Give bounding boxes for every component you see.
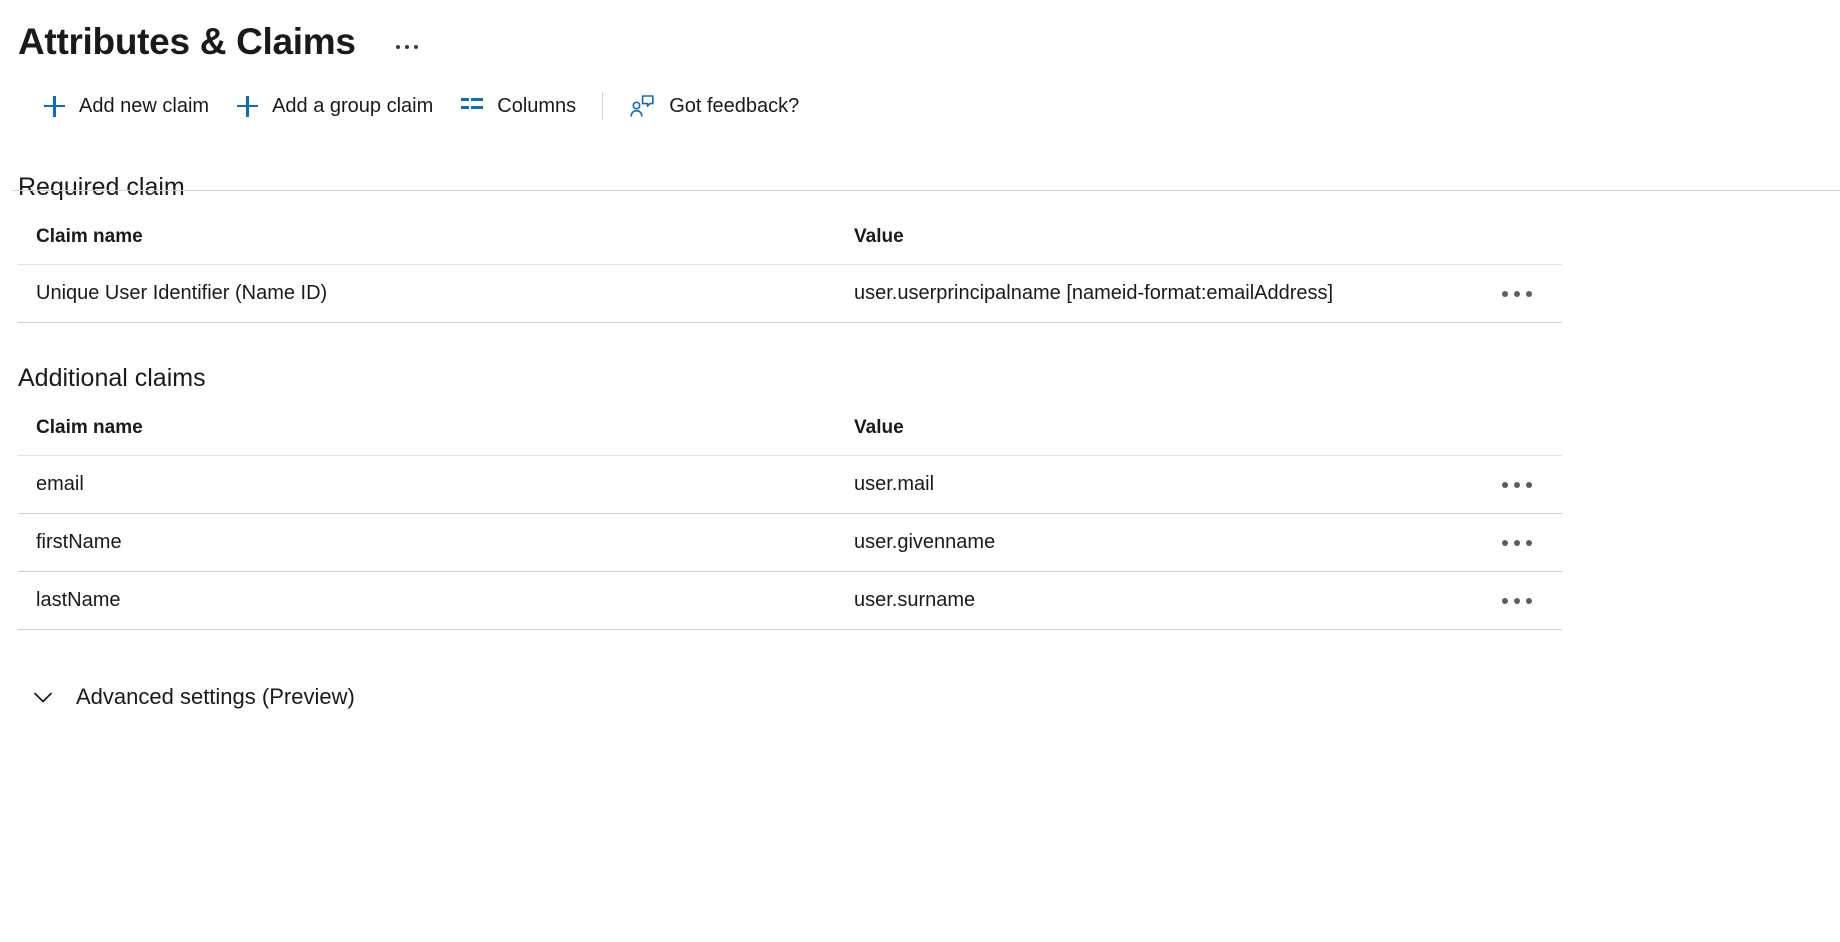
attributes-claims-page: Attributes & Claims Add new claim Add a … <box>0 0 1840 942</box>
table-header-row: Claim name Value <box>18 220 1562 265</box>
row-more-menu-button[interactable] <box>1496 530 1538 556</box>
ellipsis-icon-dot <box>1502 540 1508 546</box>
plus-icon <box>237 95 259 117</box>
row-actions-cell <box>1496 264 1562 323</box>
got-feedback-label: Got feedback? <box>669 95 800 117</box>
row-more-menu-button[interactable] <box>1496 472 1538 498</box>
plus-icon <box>44 95 65 117</box>
claim-value-cell: user.givenname <box>836 513 1496 572</box>
row-more-menu-button[interactable] <box>1496 588 1538 614</box>
required-claims-table: Claim name Value Unique User Identifier … <box>18 220 1562 323</box>
column-header-claim-name: Claim name <box>18 220 836 265</box>
toolbar-separator <box>602 92 604 120</box>
row-actions-cell <box>1496 571 1562 630</box>
additional-claims-section: Additional claims Claim name Value email… <box>0 363 1840 630</box>
column-header-claim-name: Claim name <box>18 411 836 456</box>
table-row[interactable]: firstName user.givenname <box>18 513 1562 572</box>
ellipsis-icon-dot <box>395 45 400 49</box>
add-group-claim-label: Add a group claim <box>272 95 434 117</box>
ellipsis-icon-dot <box>1514 291 1520 297</box>
command-bar: Add new claim Add a group claim Columns … <box>0 74 1840 138</box>
ellipsis-icon-dot <box>1502 482 1508 488</box>
columns-label: Columns <box>497 95 577 117</box>
page-title: Attributes & Claims <box>18 20 356 62</box>
add-new-claim-button[interactable]: Add new claim <box>30 84 223 128</box>
claim-value-cell: user.surname <box>836 571 1496 630</box>
row-actions-cell <box>1496 513 1562 572</box>
advanced-settings-label: Advanced settings (Preview) <box>76 684 355 709</box>
claim-name-cell: lastName <box>18 571 836 630</box>
got-feedback-button[interactable]: Got feedback? <box>615 84 813 128</box>
ellipsis-icon-dot <box>1526 598 1532 604</box>
add-group-claim-button[interactable]: Add a group claim <box>223 84 447 128</box>
columns-button[interactable]: Columns <box>447 84 590 128</box>
chevron-down-icon <box>30 684 56 710</box>
table-header-row: Claim name Value <box>18 411 1562 456</box>
add-new-claim-label: Add new claim <box>79 95 210 117</box>
claim-name-cell: firstName <box>18 513 836 572</box>
ellipsis-icon-dot <box>1526 540 1532 546</box>
claim-name-cell: Unique User Identifier (Name ID) <box>18 264 836 323</box>
ellipsis-icon-dot <box>1526 291 1532 297</box>
table-row[interactable]: lastName user.surname <box>18 571 1562 630</box>
table-row[interactable]: email user.mail <box>18 455 1562 514</box>
additional-claims-title: Additional claims <box>18 364 206 392</box>
column-header-value: Value <box>836 220 1496 265</box>
ellipsis-icon-dot <box>1502 598 1508 604</box>
claim-value-cell: user.userprincipalname [nameid-format:em… <box>836 264 1496 323</box>
column-header-actions <box>1496 220 1562 265</box>
column-header-actions <box>1496 411 1562 456</box>
feedback-icon <box>629 94 655 118</box>
column-header-value: Value <box>836 411 1496 456</box>
ellipsis-icon-dot <box>1502 291 1508 297</box>
claim-name-cell: email <box>18 455 836 514</box>
required-claim-title: Required claim <box>18 173 185 201</box>
table-row[interactable]: Unique User Identifier (Name ID) user.us… <box>18 264 1562 323</box>
page-more-menu-button[interactable] <box>392 39 422 55</box>
ellipsis-icon-dot <box>404 45 409 49</box>
row-actions-cell <box>1496 455 1562 514</box>
additional-claims-table: Claim name Value email user.mail firstNa… <box>18 411 1562 630</box>
ellipsis-icon-dot <box>1514 540 1520 546</box>
page-header: Attributes & Claims <box>0 0 1840 74</box>
ellipsis-icon-dot <box>1526 482 1532 488</box>
toolbar-divider <box>12 190 1840 191</box>
claim-value-cell: user.mail <box>836 455 1496 514</box>
advanced-settings-toggle[interactable]: Advanced settings (Preview) <box>30 678 363 716</box>
ellipsis-icon-dot <box>1514 598 1520 604</box>
ellipsis-icon-dot <box>1514 482 1520 488</box>
columns-icon <box>461 98 484 114</box>
required-claim-section: Required claim Claim name Value Unique U… <box>0 172 1840 323</box>
ellipsis-icon-dot <box>413 45 418 49</box>
row-more-menu-button[interactable] <box>1496 281 1538 307</box>
